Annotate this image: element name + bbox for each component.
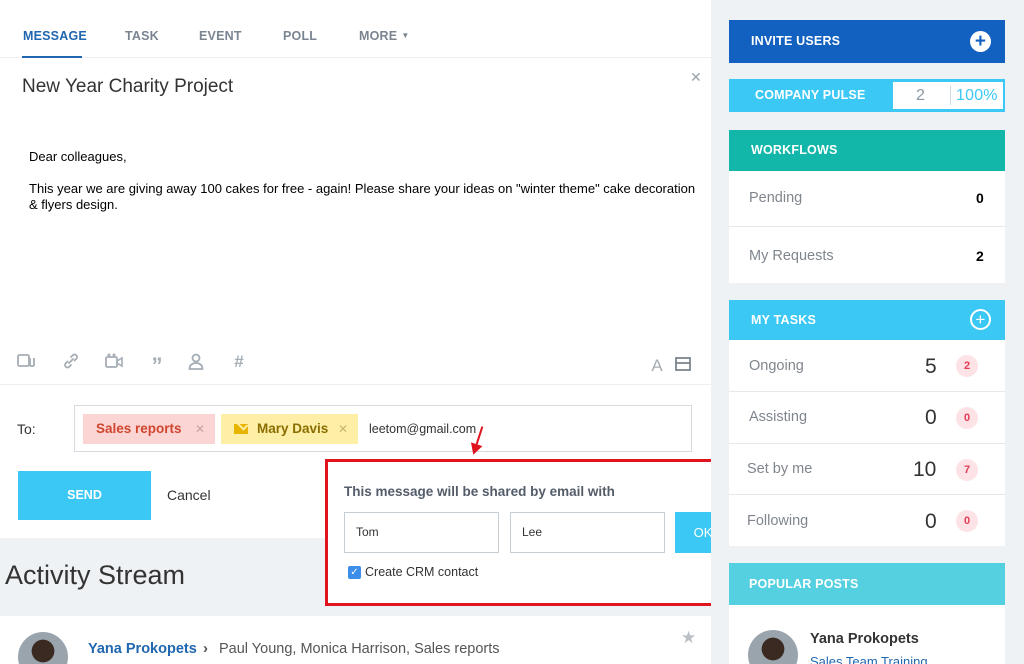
to-label: To:: [17, 421, 36, 437]
task-row-assisting[interactable]: Assisting 0 0: [729, 392, 1005, 444]
text-format-icon[interactable]: A: [647, 356, 667, 376]
upload-file-icon[interactable]: [17, 352, 37, 372]
invite-users-button[interactable]: INVITE USERS +: [729, 20, 1005, 63]
composer-tabs: MESSAGE TASK EVENT POLL MORE ▼: [0, 0, 711, 58]
task-badge: 2: [956, 355, 978, 377]
pulse-percent: 100%: [956, 87, 998, 104]
caret-down-icon: ▼: [401, 31, 410, 40]
first-name-input[interactable]: Tom: [344, 512, 499, 553]
message-composer: MESSAGE TASK EVENT POLL MORE ▼ New Year C…: [0, 0, 711, 538]
cancel-button[interactable]: Cancel: [167, 487, 211, 503]
my-tasks-header: MY TASKS +: [729, 300, 1005, 340]
task-count: 0: [925, 510, 937, 533]
right-sidebar: INVITE USERS + COMPANY PULSE 2 100% WORK…: [711, 0, 1024, 664]
toolbar-divider: [0, 384, 711, 385]
recipient-chip-label: Sales reports: [96, 421, 182, 436]
close-icon[interactable]: ✕: [690, 69, 702, 86]
avatar[interactable]: [748, 630, 798, 664]
recipient-email-input[interactable]: leetom@gmail.com: [369, 422, 476, 436]
task-count: 5: [925, 355, 937, 378]
popular-post-author[interactable]: Yana Prokopets: [810, 631, 919, 647]
task-row-ongoing[interactable]: Ongoing 5 2: [729, 340, 1005, 392]
task-badge: 0: [956, 510, 978, 532]
row-label: Assisting: [749, 409, 808, 425]
create-crm-contact-label[interactable]: Create CRM contact: [365, 565, 478, 579]
popular-post-link[interactable]: Sales Team Training: [810, 654, 928, 664]
active-tab-indicator: [22, 56, 82, 58]
post-recipients: Paul Young, Monica Harrison, Sales repor…: [219, 641, 500, 657]
plus-icon: +: [970, 31, 991, 52]
create-crm-contact-checkbox[interactable]: ✓: [348, 566, 361, 579]
video-icon[interactable]: [104, 352, 124, 372]
link-icon[interactable]: [61, 352, 81, 372]
row-label: Ongoing: [749, 358, 804, 374]
recipients-field[interactable]: Sales reports ✕ Mary Davis ✕ leetom@gmai…: [74, 405, 692, 452]
envelope-icon: [234, 424, 248, 434]
remove-recipient-icon[interactable]: ✕: [338, 414, 348, 444]
row-count: 2: [976, 248, 984, 264]
activity-post: Yana Prokopets › Paul Young, Monica Harr…: [0, 616, 711, 664]
last-name-input[interactable]: Lee: [510, 512, 665, 553]
tab-more-label: MORE: [359, 29, 398, 43]
remove-recipient-icon[interactable]: ✕: [195, 414, 205, 444]
task-row-set-by-me[interactable]: Set by me 10 7: [729, 444, 1005, 495]
toggle-panel-icon[interactable]: [673, 356, 693, 376]
star-icon[interactable]: ★: [681, 628, 696, 648]
task-badge: 0: [956, 407, 978, 429]
message-body-text: This year we are giving away 100 cakes f…: [29, 180, 696, 213]
post-author-link[interactable]: Yana Prokopets: [88, 641, 197, 657]
row-label: Pending: [749, 190, 803, 206]
email-share-popup: This message will be shared by email wit…: [325, 459, 749, 606]
row-label: Following: [747, 513, 809, 529]
activity-stream-title: Activity Stream: [5, 560, 186, 590]
company-pulse-widget[interactable]: COMPANY PULSE 2 100%: [729, 79, 1005, 112]
pulse-divider: [950, 86, 951, 105]
tab-poll[interactable]: POLL: [283, 29, 317, 43]
row-label: My Requests: [749, 248, 834, 264]
popup-title: This message will be shared by email wit…: [344, 484, 615, 499]
task-count: 10: [913, 458, 937, 481]
row-label: Set by me: [747, 461, 813, 477]
hashtag-icon[interactable]: #: [229, 352, 249, 372]
tab-event[interactable]: EVENT: [199, 29, 242, 43]
workflow-row-my-requests[interactable]: My Requests 2: [729, 227, 1005, 283]
invite-users-label: INVITE USERS: [751, 34, 841, 48]
message-body-editor[interactable]: Dear colleagues, This year we are giving…: [29, 149, 699, 229]
recipient-chip-sales-reports[interactable]: Sales reports ✕: [83, 414, 215, 444]
pulse-value: 2: [916, 87, 926, 104]
chevron-right-icon: ›: [203, 640, 208, 657]
message-greeting: Dear colleagues,: [29, 149, 127, 164]
task-badge: 7: [956, 459, 978, 481]
message-title-input[interactable]: New Year Charity Project: [22, 76, 233, 98]
company-pulse-label: COMPANY PULSE: [755, 88, 866, 102]
row-count: 0: [976, 190, 984, 206]
my-tasks-panel: Ongoing 5 2 Assisting 0 0 Set by me 10 7…: [729, 340, 1005, 546]
tab-message[interactable]: MESSAGE: [23, 29, 87, 43]
workflows-header: WORKFLOWS: [729, 130, 1005, 171]
task-row-following[interactable]: Following 0 0: [729, 495, 1005, 546]
avatar[interactable]: [18, 632, 68, 664]
quote-icon[interactable]: ”: [147, 352, 167, 378]
send-button[interactable]: SEND: [18, 471, 151, 520]
recipient-chip-mary-davis[interactable]: Mary Davis ✕: [221, 414, 358, 444]
tab-more[interactable]: MORE ▼: [359, 29, 409, 43]
add-task-icon[interactable]: +: [970, 309, 991, 330]
recipient-chip-label: Mary Davis: [257, 421, 329, 436]
my-tasks-label: MY TASKS: [751, 313, 817, 327]
company-pulse-stats: 2 100%: [893, 82, 1003, 109]
popular-posts-header: POPULAR POSTS: [729, 563, 1005, 605]
task-count: 0: [925, 406, 937, 429]
mention-user-icon[interactable]: [186, 352, 206, 372]
workflow-row-pending[interactable]: Pending 0: [729, 171, 1005, 227]
tab-task[interactable]: TASK: [125, 29, 159, 43]
workflows-panel: Pending 0 My Requests 2: [729, 171, 1005, 283]
